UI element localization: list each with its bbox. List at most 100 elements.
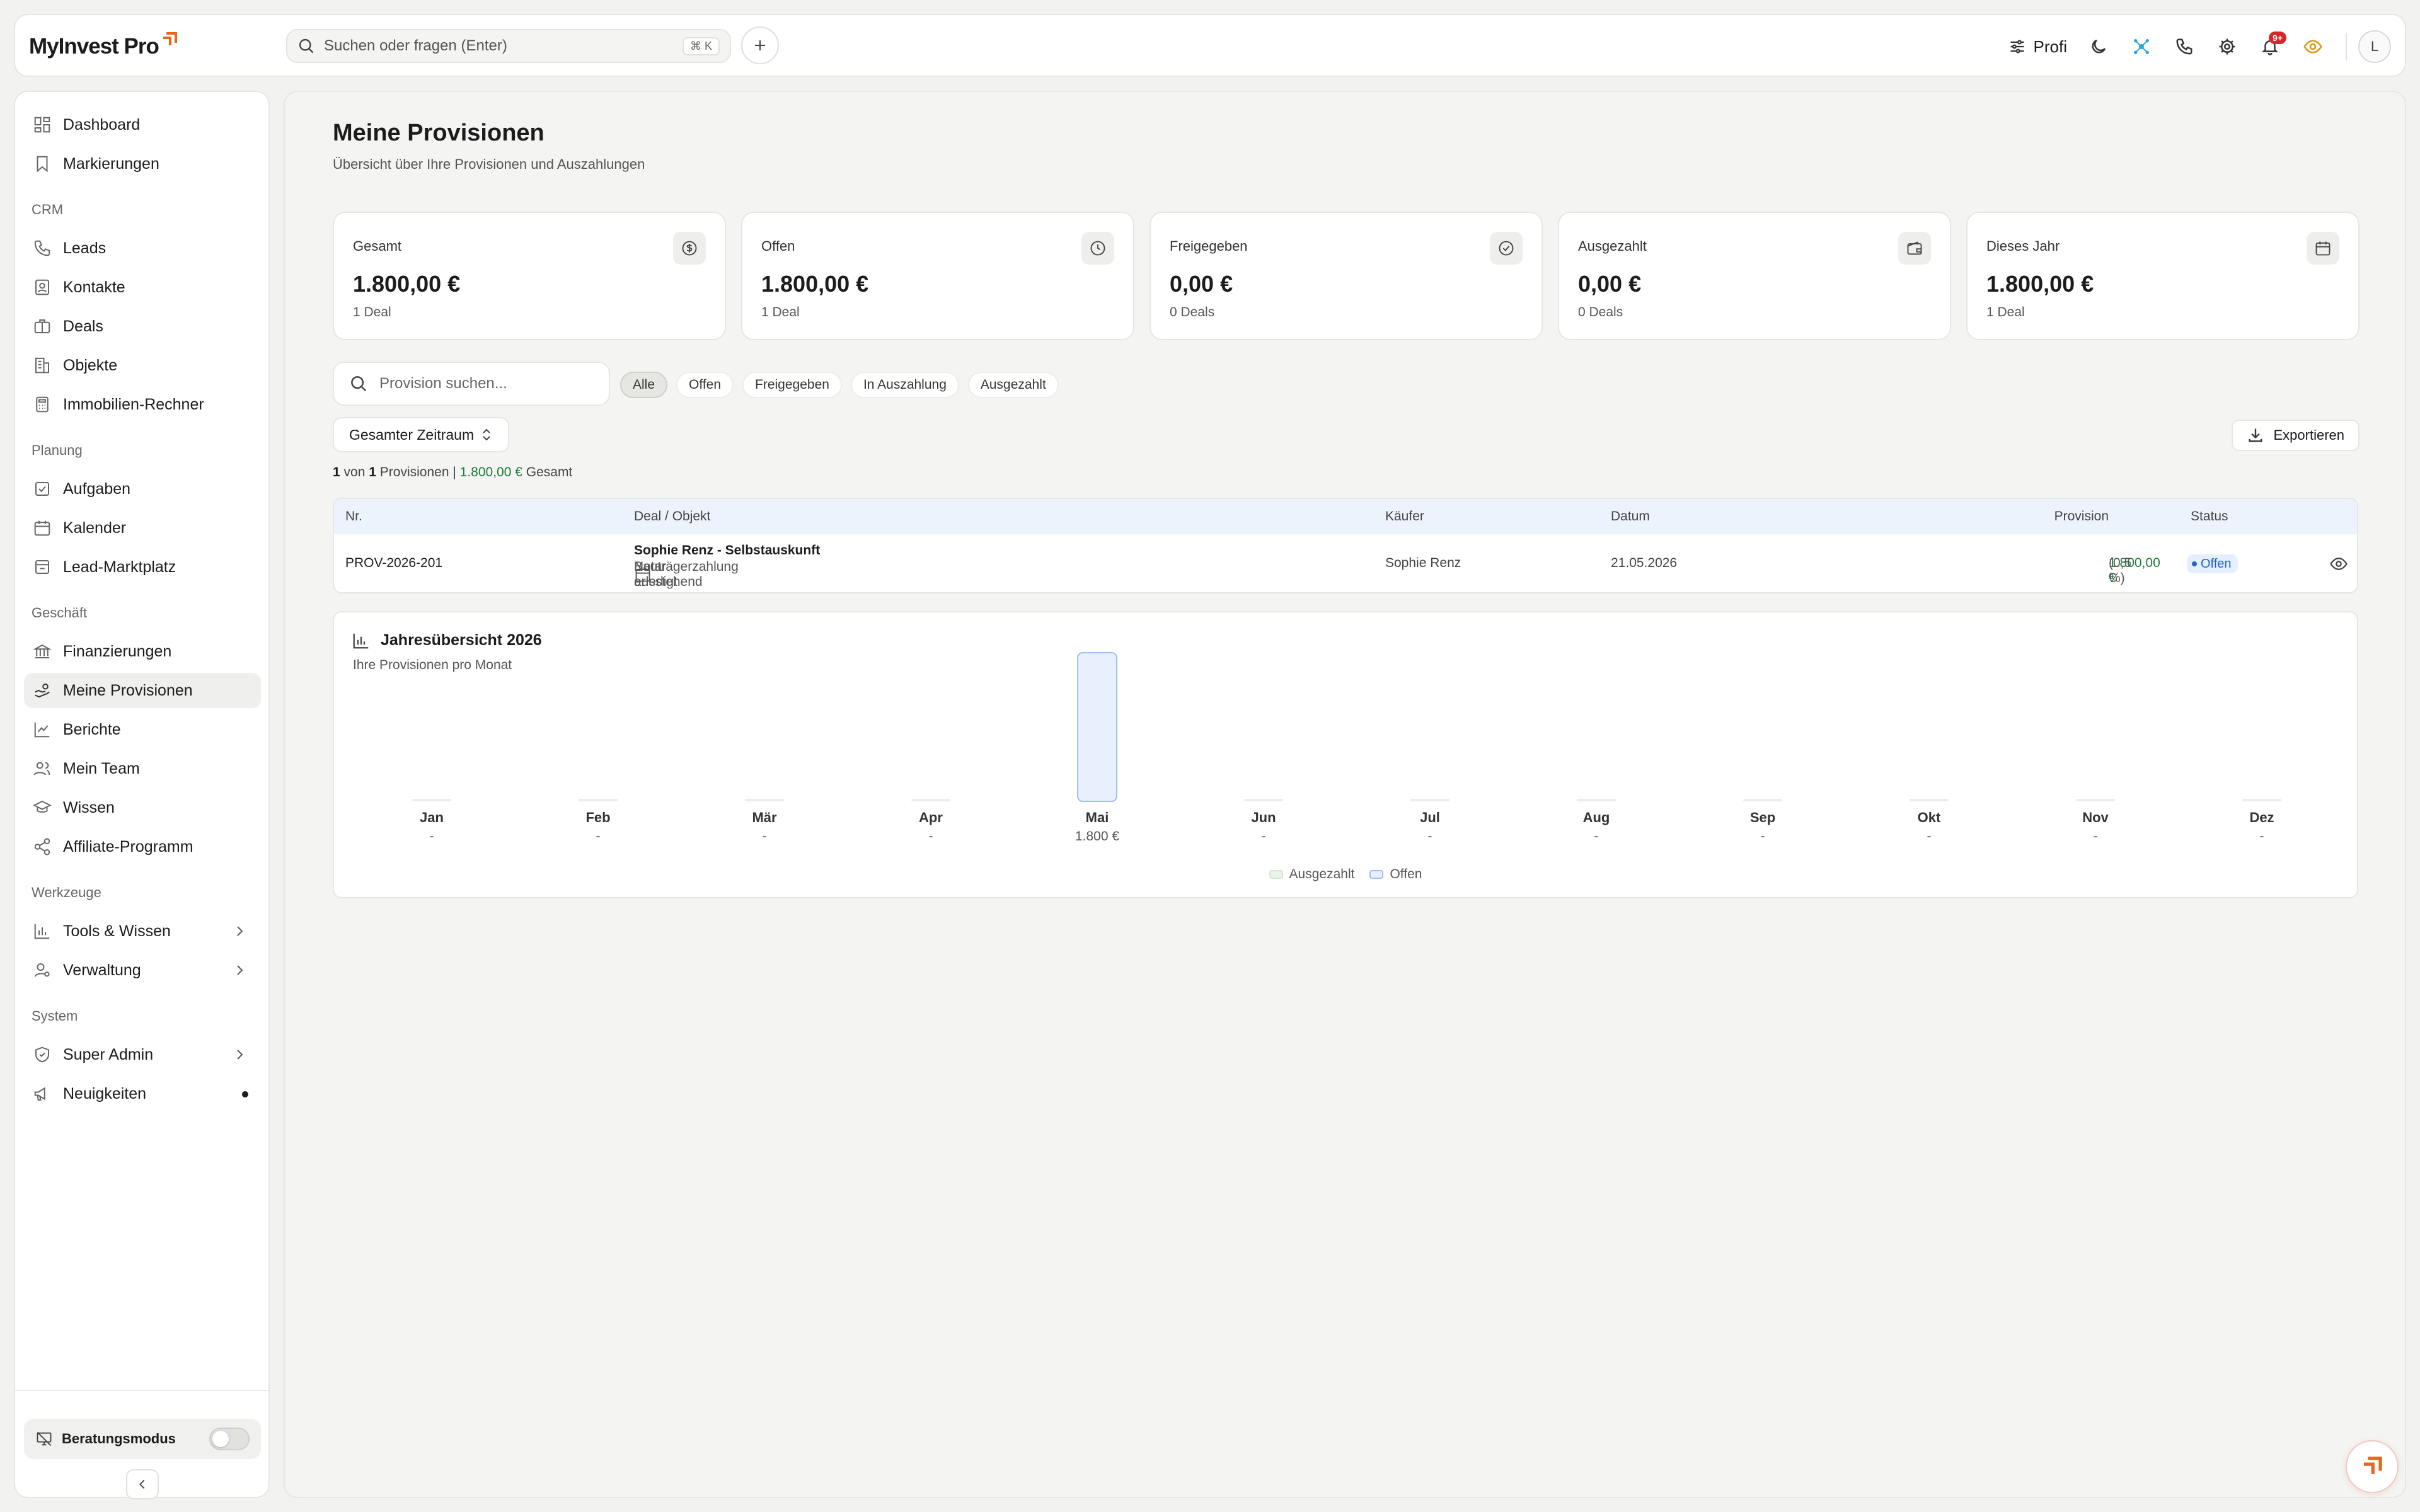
settings-button[interactable] bbox=[2206, 29, 2249, 64]
collapse-sidebar-button[interactable] bbox=[126, 1469, 159, 1499]
calendar-icon bbox=[34, 520, 50, 536]
sidebar-item-meine-provisionen[interactable]: Meine Provisionen bbox=[24, 673, 261, 708]
year-overview-card: Jahresübersicht 2026 Ihre Provisionen pr… bbox=[333, 611, 2358, 898]
profile-mode-label: Profi bbox=[2033, 37, 2067, 56]
sidebar-item-wissen[interactable]: Wissen bbox=[24, 790, 261, 825]
sidebar-section-planung: Planung bbox=[32, 442, 83, 458]
stat-label: Gesamt bbox=[353, 238, 402, 254]
tick-label-Feb: Feb bbox=[585, 810, 610, 825]
column-header-deal[interactable]: Deal / Objekt bbox=[634, 509, 710, 524]
sidebar-item-mein-team[interactable]: Mein Team bbox=[24, 751, 261, 786]
gear-icon bbox=[2219, 38, 2235, 55]
legend-label: Ausgezahlt bbox=[1289, 867, 1355, 881]
dollar-circle-icon bbox=[673, 232, 706, 265]
value-label-Apr: - bbox=[929, 829, 933, 844]
sidebar-section-system: System bbox=[32, 1008, 78, 1024]
sidebar-item-label: Lead-Marktplatz bbox=[63, 558, 176, 576]
sidebar-item-lead-marktplatz[interactable]: Lead-Marktplatz bbox=[24, 549, 261, 585]
sidebar-item-label: Leads bbox=[63, 239, 107, 257]
consult-mode-switch[interactable] bbox=[209, 1428, 250, 1450]
filter-chip-offen[interactable]: Offen bbox=[676, 372, 734, 398]
visibility-button[interactable] bbox=[2291, 29, 2334, 64]
support-chat-button[interactable] bbox=[2346, 1440, 2399, 1493]
commission-search-input[interactable]: Provision suchen... bbox=[333, 362, 610, 406]
table-row[interactable]: PROV-2026-201 Sophie Renz - Selbstauskun… bbox=[334, 534, 2357, 592]
filter-chip-freigegeben[interactable]: Freigegeben bbox=[742, 372, 842, 398]
user-avatar[interactable]: L bbox=[2358, 30, 2391, 63]
bar-empty-Jan bbox=[412, 799, 451, 801]
stat-label: Ausgezahlt bbox=[1578, 238, 1647, 254]
phone-button[interactable] bbox=[2163, 29, 2206, 64]
sidebar-item-kalender[interactable]: Kalender bbox=[24, 510, 261, 546]
column-header-buyer[interactable]: Käufer bbox=[1385, 509, 1424, 524]
tick-label-Jul: Jul bbox=[1420, 810, 1440, 825]
value-label-Mai: 1.800 € bbox=[1075, 829, 1119, 844]
profile-mode-button[interactable]: Profi bbox=[2008, 37, 2067, 57]
sidebar-item-super-admin[interactable]: Super Admin bbox=[24, 1037, 261, 1072]
value-label-Mär: - bbox=[763, 829, 767, 844]
sidebar-item-deals[interactable]: Deals bbox=[24, 309, 261, 344]
sidebar-item-dashboard[interactable]: Dashboard bbox=[24, 107, 261, 142]
monthly-commission-chart: Jan - Feb - Mär - Apr - Mai 1.800 € Jun - Jul - Aug - Se… bbox=[412, 652, 2281, 844]
bar-empty-Sep bbox=[1743, 799, 1782, 801]
cell-nr: PROV-2026-201 bbox=[345, 556, 443, 570]
filter-chip-ausgezahlt[interactable]: Ausgezahlt bbox=[967, 372, 1059, 398]
bar-empty-Okt bbox=[1910, 799, 1949, 801]
sidebar-item-leads[interactable]: Leads bbox=[24, 231, 261, 266]
column-header-date[interactable]: Datum bbox=[1611, 509, 1650, 524]
sidebar-item-label: Aufgaben bbox=[63, 479, 131, 498]
sidebar-item-aufgaben[interactable]: Aufgaben bbox=[24, 471, 261, 507]
sidebar-item-berichte[interactable]: Berichte bbox=[24, 712, 261, 747]
sidebar-item-objekte[interactable]: Objekte bbox=[24, 348, 261, 383]
period-select[interactable]: Gesamter Zeitraum bbox=[333, 417, 510, 452]
sidebar-item-neuigkeiten[interactable]: Neuigkeiten bbox=[24, 1076, 261, 1111]
sidebar-item-verwaltung[interactable]: Verwaltung bbox=[24, 953, 261, 988]
sidebar-item-finanzierungen[interactable]: Finanzierungen bbox=[24, 634, 261, 669]
value-label-Sep: - bbox=[1761, 829, 1765, 844]
sidebar-item-immobilien-rechner[interactable]: Immobilien-Rechner bbox=[24, 387, 261, 422]
ai-assistant-button[interactable] bbox=[2120, 29, 2163, 64]
bar-offen-Mai[interactable] bbox=[1077, 652, 1117, 802]
view-details-button[interactable] bbox=[2329, 554, 2348, 577]
graduation-icon bbox=[33, 800, 52, 813]
column-header-nr[interactable]: Nr. bbox=[345, 509, 362, 524]
filter-chip-alle[interactable]: Alle bbox=[620, 372, 668, 398]
sidebar-item-label: Objekte bbox=[63, 356, 118, 374]
bar-chart-icon bbox=[34, 924, 50, 939]
divider bbox=[2346, 33, 2347, 60]
quick-add-button[interactable] bbox=[741, 26, 779, 64]
stat-value: 1.800,00 € bbox=[761, 271, 869, 297]
sidebar-item-label: Super Admin bbox=[63, 1045, 154, 1063]
column-header-status[interactable]: Status bbox=[2191, 509, 2228, 524]
sidebar-item-kontakte[interactable]: Kontakte bbox=[24, 270, 261, 305]
stat-card-offen: Offen 1.800,00 € 1 Deal bbox=[741, 212, 1134, 340]
stat-label: Dieses Jahr bbox=[1986, 238, 2060, 254]
legend-swatch bbox=[1369, 870, 1384, 879]
column-header-commission[interactable]: Provision bbox=[2054, 509, 2109, 524]
sidebar-item-markierungen[interactable]: Markierungen bbox=[24, 146, 261, 181]
chart-legend: Ausgezahlt Offen bbox=[334, 867, 2357, 882]
export-button[interactable]: Exportieren bbox=[2232, 420, 2360, 451]
sparkle-network-icon bbox=[2134, 39, 2149, 54]
line-chart-icon bbox=[34, 722, 50, 738]
notifications-button[interactable]: 9+ bbox=[2249, 29, 2291, 64]
stat-label: Freigegeben bbox=[1170, 238, 1248, 254]
share-icon bbox=[34, 838, 50, 856]
sidebar-item-tools-wissen[interactable]: Tools & Wissen bbox=[24, 914, 261, 949]
sidebar-item-label: Affiliate-Programm bbox=[63, 837, 193, 856]
filter-chip-in-auszahlung[interactable]: In Auszahlung bbox=[850, 372, 959, 398]
chevron-right-icon bbox=[237, 1050, 243, 1060]
consult-mode-toggle-row[interactable]: Beratungsmodus bbox=[24, 1419, 261, 1459]
sidebar-item-affiliate-programm[interactable]: Affiliate-Programm bbox=[24, 829, 261, 864]
main-content: Meine Provisionen Übersicht über Ihre Pr… bbox=[284, 91, 2406, 1498]
cell-deal-title[interactable]: Sophie Renz - Selbstauskunft bbox=[634, 543, 820, 558]
stat-card-freigegeben: Freigegeben 0,00 € 0 Deals bbox=[1150, 212, 1543, 340]
legend-label: Offen bbox=[1390, 867, 1422, 881]
sidebar-item-label: Berichte bbox=[63, 720, 121, 738]
cell-date: 21.05.2026 bbox=[1611, 556, 1678, 570]
dark-mode-button[interactable] bbox=[2077, 29, 2120, 64]
global-search-input[interactable]: Suchen oder fragen (Enter) ⌘ K bbox=[286, 29, 731, 63]
tick-label-Aug: Aug bbox=[1583, 810, 1610, 825]
building-icon bbox=[35, 357, 49, 374]
app-logo[interactable]: MyInvest Pro bbox=[29, 29, 178, 64]
